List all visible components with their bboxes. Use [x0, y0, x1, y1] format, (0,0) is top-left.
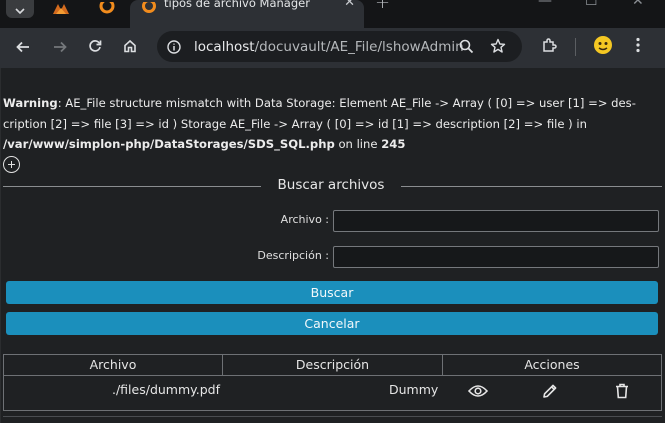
- tab-strip: tipos de archivo Manager ✕ + — ☐ ✕: [0, 0, 665, 28]
- reload-button[interactable]: [81, 28, 109, 66]
- col-header-archivo: Archivo: [3, 354, 223, 376]
- table-row: [3, 376, 662, 411]
- apache-tab-icon[interactable]: [98, 0, 116, 14]
- edit-pencil-icon[interactable]: [538, 380, 562, 402]
- warning-line-text: on line: [334, 137, 382, 151]
- warning-file: /var/www/simplon-php/DataStorages/SDS_SQ…: [3, 137, 335, 151]
- descripcion-label: Descripción :: [257, 249, 329, 262]
- tab-title: tipos de archivo Manager: [164, 0, 310, 10]
- fieldset-line-right: [401, 186, 662, 187]
- home-icon: [123, 38, 137, 57]
- descripcion-input[interactable]: [333, 246, 659, 268]
- cancel-button[interactable]: Cancelar: [6, 312, 658, 335]
- address-bar[interactable]: localhost/docuvault/AE_File/lshowAdmin: [157, 31, 522, 62]
- tab-active[interactable]: tipos de archivo Manager ✕: [130, 0, 364, 28]
- site-info-icon[interactable]: [167, 39, 181, 58]
- archivo-label: Archivo :: [280, 213, 329, 226]
- php-warning: Warning: AE_File structure mismatch with…: [3, 93, 663, 155]
- apache-tab-icon: [141, 0, 159, 13]
- toolbar-divider: [575, 38, 576, 56]
- home-button[interactable]: [116, 28, 144, 66]
- cell-archivo: ./files/dummy.pdf: [112, 382, 221, 397]
- zoom-icon[interactable]: [459, 39, 474, 58]
- col-header-acciones: Acciones: [442, 354, 662, 376]
- warning-line: 245: [381, 137, 406, 151]
- more-menu-icon: [636, 37, 640, 57]
- cell-descripcion: Dummy: [389, 382, 439, 397]
- delete-trash-icon[interactable]: [610, 380, 634, 402]
- url-text[interactable]: localhost/docuvault/AE_File/lshowAdmin: [194, 39, 464, 55]
- reload-icon: [88, 38, 102, 57]
- col-header-descripcion: Descripción: [222, 354, 443, 376]
- fieldset-line-left: [3, 186, 261, 187]
- extensions-button[interactable]: [535, 28, 563, 66]
- new-tab-icon[interactable]: +: [375, 0, 390, 13]
- xampp-tab-icon[interactable]: [52, 0, 70, 14]
- bookmark-star-icon[interactable]: [490, 38, 506, 58]
- table-bottom-line: [3, 416, 662, 417]
- forward-icon: [53, 38, 67, 57]
- forward-button[interactable]: [46, 28, 74, 66]
- close-window-icon[interactable]: ✕: [632, 0, 644, 9]
- chevron-down-icon: [15, 0, 25, 19]
- profile-icon: [593, 35, 613, 59]
- maximize-icon[interactable]: ☐: [585, 0, 598, 9]
- archivo-input[interactable]: [333, 210, 659, 232]
- add-circle-icon[interactable]: [3, 156, 20, 173]
- back-button[interactable]: [9, 28, 37, 66]
- form-legend: Buscar archivos: [277, 177, 385, 193]
- tab-search-button[interactable]: [6, 0, 34, 18]
- back-icon: [16, 38, 30, 57]
- browser-toolbar: localhost/docuvault/AE_File/lshowAdmin: [0, 28, 665, 68]
- page-content: Warning: AE_File structure mismatch with…: [0, 68, 665, 423]
- warning-label: Warning: [3, 96, 58, 110]
- view-eye-icon[interactable]: [466, 380, 490, 402]
- close-tab-icon[interactable]: ✕: [344, 0, 355, 10]
- extensions-icon: [541, 37, 557, 57]
- warning-message: : AE_File structure mismatch with Data S…: [3, 96, 636, 131]
- minimize-icon[interactable]: —: [538, 0, 552, 9]
- more-menu-button[interactable]: [624, 28, 652, 66]
- search-button[interactable]: Buscar: [6, 281, 658, 304]
- profile-button[interactable]: [589, 28, 617, 66]
